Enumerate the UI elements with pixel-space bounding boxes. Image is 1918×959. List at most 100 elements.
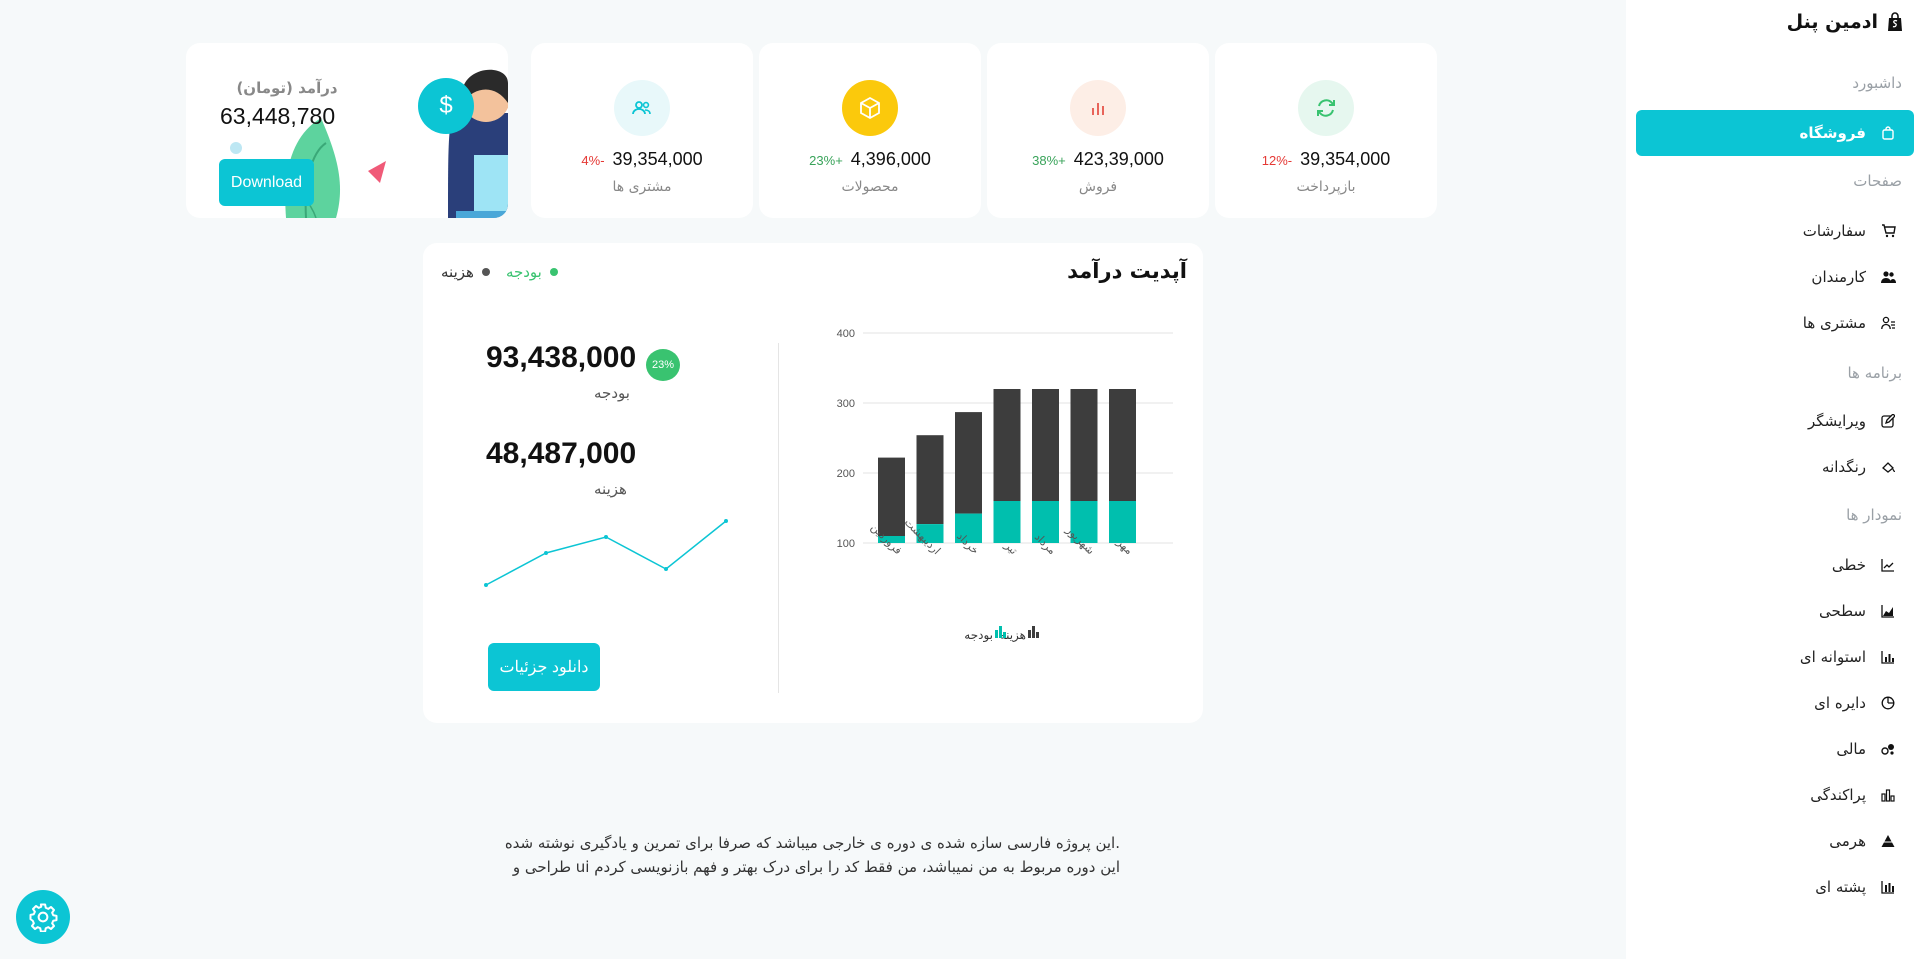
section-charts: نمودار ها	[1846, 506, 1902, 524]
income-value: 63,448,780	[220, 103, 336, 129]
sidebar-item-label: فروشگاه	[1799, 124, 1866, 142]
sidebar-item-colorpicker[interactable]: رنگدانه	[1640, 449, 1904, 485]
legend-label: هزینه	[441, 263, 474, 281]
sidebar-item-employees[interactable]: کارمندان	[1640, 259, 1904, 295]
sparkline-line	[485, 520, 727, 586]
stat-change: +23%	[809, 153, 843, 168]
stat-card-refunds: 39,354,000 -12% بازپرداخت	[1215, 43, 1437, 218]
sidebar-item-label: مشتری ها	[1802, 314, 1866, 332]
download-button[interactable]: Download	[219, 159, 314, 206]
sidebar-item-financial[interactable]: مالی	[1640, 731, 1904, 767]
sidebar-item-label: دایره ای	[1814, 694, 1866, 712]
legend-label: بودجه	[505, 263, 542, 281]
legend-expense[interactable]: هزینه	[441, 263, 490, 281]
brand[interactable]: ادمین پنل	[1787, 8, 1904, 36]
stat-change: -4%	[581, 153, 605, 168]
sparkline-point[interactable]	[664, 567, 668, 571]
team-icon	[1880, 269, 1896, 285]
sidebar-item-label: سفارشات	[1802, 222, 1866, 240]
users-icon	[614, 80, 670, 136]
sidebar-item-label: رنگدانه	[1822, 458, 1866, 476]
footer-note: .این پروژه فارسی سازه شده ی دوره ی خارجی…	[500, 831, 1120, 879]
stat-label: محصولات	[841, 179, 899, 195]
paint-bucket-icon	[1880, 459, 1896, 475]
stat-card-products: 4,396,000 +23% محصولات	[759, 43, 981, 218]
download-details-button[interactable]: دانلود جزئیات	[488, 643, 600, 691]
stat-label: مشتری ها	[612, 179, 672, 195]
area-chart-icon	[1880, 603, 1896, 619]
stat-change: -12%	[1261, 153, 1293, 168]
sparkline-point[interactable]	[724, 519, 728, 523]
bar-chart-icon	[1880, 649, 1896, 665]
revenue-bar-chart: 100200300400فروردیناردیبهشت خرداد تیر مرداد…	[837, 328, 1173, 643]
bar-expense[interactable]	[993, 389, 1021, 501]
sidebar-item-scatter[interactable]: پراکندگی	[1640, 777, 1904, 813]
bar-expense[interactable]	[1109, 389, 1136, 501]
stat-card-customers: 39,354,000 -4% مشتری ها	[531, 43, 753, 218]
cart-icon	[1880, 223, 1896, 239]
sidebar-item-area[interactable]: سطحی	[1640, 593, 1904, 629]
sparkline-chart	[484, 519, 728, 587]
bar-expense[interactable]	[1032, 389, 1059, 501]
sparkline-point[interactable]	[484, 583, 488, 587]
sidebar-item-stacked[interactable]: پشته ای	[1640, 869, 1904, 905]
stacked-chart-icon	[1880, 879, 1896, 895]
shopping-bag-icon	[1886, 12, 1904, 32]
stat-row: 423,39,000 +38%	[987, 149, 1209, 170]
expense-label: هزینه	[594, 480, 627, 498]
sidebar-item-line[interactable]: خطی	[1640, 547, 1904, 583]
income-title: درآمد (تومان)	[236, 79, 338, 97]
bar-expense[interactable]	[1070, 389, 1098, 501]
sidebar-item-pyramid[interactable]: هرمی	[1640, 823, 1904, 859]
y-tick-label: 400	[837, 328, 855, 340]
bar-budget[interactable]	[993, 501, 1021, 543]
bar-legend-icon	[1028, 626, 1039, 638]
sidebar-item-label: استوانه ای	[1799, 648, 1866, 666]
sidebar-item-customers[interactable]: مشتری ها	[1640, 305, 1904, 341]
stat-row: 39,354,000 -4%	[531, 149, 753, 170]
sidebar-item-label: خطی	[1831, 556, 1866, 574]
stat-change: +38%	[1032, 153, 1066, 168]
bar-expense[interactable]	[916, 435, 944, 525]
legend-budget[interactable]: بودجه	[506, 263, 558, 281]
legend-dot	[549, 268, 558, 276]
percent-badge: 23%	[646, 349, 680, 381]
box-icon	[842, 80, 898, 136]
bag-icon	[1880, 125, 1896, 141]
sparkline-point[interactable]	[604, 535, 608, 539]
stat-card-sales: 423,39,000 +38% فروش	[987, 43, 1209, 218]
brand-title: ادمین پنل	[1786, 11, 1878, 33]
chart-legend: هزینهبودجه	[964, 626, 1039, 643]
sidebar-item-orders[interactable]: سفارشات	[1640, 213, 1904, 249]
stat-value: 39,354,000	[1300, 149, 1391, 169]
sidebar-item-shop[interactable]: فروشگاه	[1636, 110, 1914, 156]
refresh-icon	[1298, 80, 1354, 136]
pie-chart-icon	[1880, 695, 1896, 711]
stat-label: فروش	[1078, 179, 1118, 195]
legend-label: بودجه	[964, 628, 993, 643]
bar-expense[interactable]	[955, 412, 982, 514]
footer-line-2: این دوره مربوط به من نمیباشد، من فقط کد …	[512, 858, 1120, 876]
sidebar-item-bar[interactable]: استوانه ای	[1640, 639, 1904, 675]
sidebar-item-pie[interactable]: دایره ای	[1640, 685, 1904, 721]
sidebar-item-editor[interactable]: ویرایشگر	[1640, 403, 1904, 439]
sidebar-item-label: پشته ای	[1815, 878, 1866, 896]
sparkline-point[interactable]	[544, 551, 548, 555]
stat-row: 39,354,000 -12%	[1215, 149, 1437, 170]
divider	[778, 343, 779, 693]
user-list-icon	[1880, 315, 1896, 331]
line-chart-icon	[1880, 557, 1896, 573]
sidebar-item-label: کارمندان	[1811, 268, 1866, 286]
section-dashboard: داشبورد	[1852, 74, 1902, 92]
legend-dot	[481, 268, 490, 276]
revenue-title: آپدیت درآمد	[1067, 259, 1187, 283]
settings-button[interactable]	[16, 890, 70, 944]
expense-value: 48,487,000	[486, 437, 637, 470]
sidebar-item-label: پراکندگی	[1810, 786, 1866, 804]
gear-icon	[29, 903, 58, 932]
dollar-icon: $	[418, 78, 474, 134]
section-pages: صفحات	[1853, 172, 1902, 190]
edit-icon	[1880, 413, 1896, 429]
column-chart-icon	[1880, 787, 1896, 803]
y-tick-label: 100	[837, 538, 855, 550]
